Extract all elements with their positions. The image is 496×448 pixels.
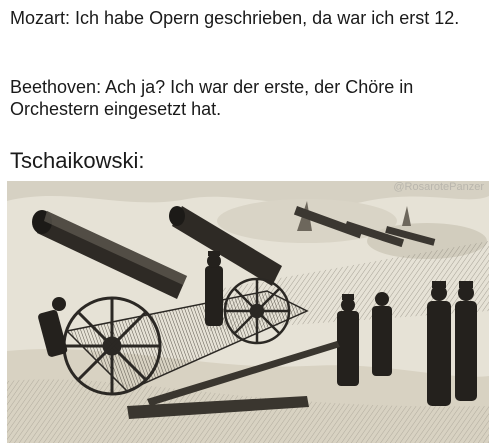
beethoven-caption: Beethoven: Ach ja? Ich war der erste, de…	[10, 77, 414, 119]
cannon-battery-illustration	[7, 181, 489, 443]
cannon-wheel-left	[62, 296, 162, 396]
tchaikovsky-caption: Tschaikowski:	[10, 148, 145, 173]
watermark-text: @RosarotePanzer	[393, 181, 484, 193]
cannon-engraving-image	[7, 181, 489, 443]
cannon-wheel-right	[223, 277, 291, 345]
mozart-caption: Mozart: Ich habe Opern geschrieben, da w…	[10, 8, 460, 28]
